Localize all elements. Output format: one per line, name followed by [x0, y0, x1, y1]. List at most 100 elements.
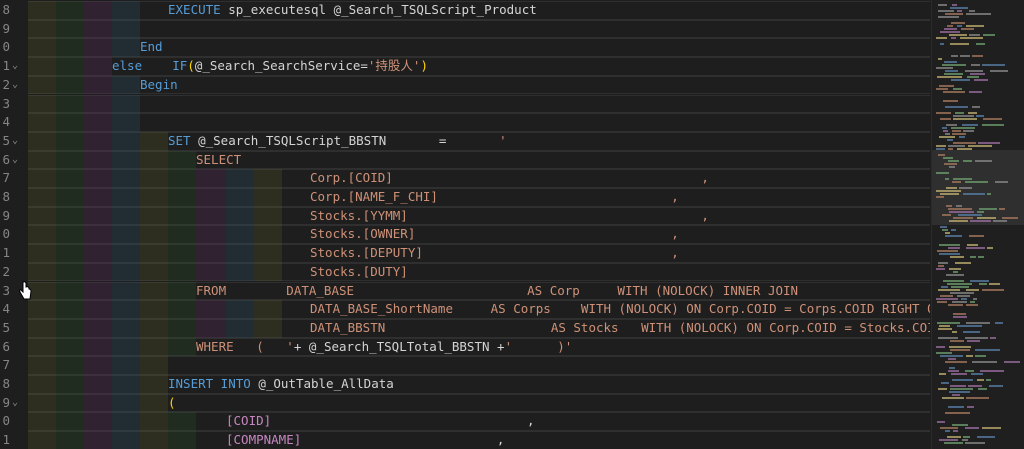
minimap-line — [959, 136, 965, 138]
minimap-line — [939, 373, 946, 375]
minimap-line — [970, 280, 989, 282]
line-number: 6 — [2, 338, 10, 354]
minimap-line — [965, 442, 985, 444]
minimap-line — [965, 370, 974, 372]
minimap-line — [969, 10, 975, 12]
indent-guide — [112, 131, 140, 151]
code-line[interactable]: 4 DATA_BASE_ShortName AS Corps WITH (NOLO… — [0, 300, 930, 319]
code-line[interactable]: 5 ⌄ SET @_Search_TSQLScript_BBSTN = ' — [0, 131, 930, 151]
minimap-line — [976, 43, 985, 45]
code-line[interactable]: 8 INSERT INTO @_OutTable_AllData — [0, 375, 930, 394]
fold-chevron-icon[interactable]: ⌄ — [12, 151, 24, 170]
minimap-line — [951, 373, 967, 375]
code-line[interactable]: 0 [COID] , — [0, 412, 930, 432]
minimap-line — [968, 112, 977, 114]
minimap-line — [953, 217, 973, 219]
minimap-line — [963, 331, 980, 333]
code-line[interactable]: 3 FROM DATA_BASE AS Corp WITH (NOLOCK) IN… — [0, 281, 930, 301]
minimap-line — [942, 64, 966, 66]
minimap-line — [966, 397, 989, 399]
code-line[interactable]: 2 ⌄ Begin — [0, 75, 930, 95]
minimap-line — [942, 397, 964, 399]
minimap-line — [948, 406, 964, 408]
minimap-line — [987, 247, 993, 249]
code-line[interactable]: 0 Stocks.[OWNER] , — [0, 225, 930, 245]
code-line[interactable]: 1 Stocks.[DEPUTY] , — [0, 244, 930, 263]
code-line[interactable]: 6 ⌄ SELECT — [0, 150, 930, 170]
code-line[interactable]: 9 ⌄ ( — [0, 393, 930, 413]
fold-chevron-icon[interactable]: ⌄ — [12, 132, 24, 151]
indent-guide — [168, 188, 196, 207]
code-line[interactable]: 5 DATA_BBSTN AS Stocks WITH (NOLOCK) ON C… — [0, 318, 930, 338]
indent-guide — [112, 337, 140, 357]
minimap-line — [983, 34, 995, 36]
code-line[interactable]: 4 — [0, 113, 930, 132]
minimap-line — [993, 220, 1007, 222]
minimap-line — [956, 205, 962, 207]
fold-chevron-icon[interactable]: ⌄ — [12, 57, 24, 76]
minimap-line — [957, 325, 982, 327]
minimap-line — [936, 352, 952, 354]
code-token: sp_executesql @_Search_TSQLScript_Produc… — [220, 2, 537, 17]
code-editor[interactable]: 8 EXECUTE sp_executesql @_Search_TSQLScri… — [0, 0, 930, 449]
minimap-line — [936, 112, 951, 114]
minimap-line — [939, 253, 960, 255]
minimap-line — [970, 256, 976, 258]
code-token: Stocks.[OWNER] , — [310, 226, 679, 242]
indent-guide — [112, 169, 140, 188]
minimap-line — [961, 28, 974, 30]
fold-chevron-icon[interactable]: ⌄ — [12, 394, 24, 413]
line-number: 9 — [2, 394, 10, 410]
minimap-line — [946, 187, 957, 189]
minimap-line — [967, 244, 978, 246]
code-token: ' )' — [504, 338, 573, 354]
code-line[interactable]: 8 Corp.[NAME_F_CHI] , — [0, 188, 930, 207]
minimap-line — [965, 70, 983, 72]
code-line[interactable]: 7 Corp.[COID] , — [0, 169, 930, 188]
code-line[interactable]: 1 ⌄ else IF(@_Search_SearchService='持股人') — [0, 57, 930, 76]
minimap-line — [972, 106, 980, 108]
minimap-line — [936, 67, 953, 69]
indent-guide — [56, 300, 84, 319]
fold-chevron-icon[interactable]: ⌄ — [12, 76, 24, 95]
minimap-line — [990, 70, 1008, 72]
minimap-line — [963, 193, 985, 195]
code-line[interactable]: 1 [COMPNAME] , — [0, 431, 930, 449]
minimap-line — [969, 235, 984, 237]
code-line[interactable]: 0 End — [0, 38, 930, 58]
minimap-line — [950, 43, 969, 45]
code-token: WHERE ( ' — [196, 338, 294, 354]
minimap-line — [990, 337, 996, 339]
hand-pointer-icon — [19, 281, 32, 300]
code-line[interactable]: 8 EXECUTE sp_executesql @_Search_TSQLScri… — [0, 1, 930, 20]
indent-guide — [56, 356, 84, 375]
code-line[interactable]: 6 WHERE ( '+ @_Search_TSQLTotal_BBSTN +' … — [0, 337, 930, 357]
code-line[interactable]: 3 — [0, 94, 930, 114]
code-token: Stocks.[DEPUTY] , — [310, 245, 679, 261]
code-line[interactable]: 2 Stocks.[DUTY] — [0, 262, 930, 282]
minimap-line — [937, 322, 960, 324]
code-token: ) — [420, 58, 428, 74]
code-line[interactable]: 9 — [0, 19, 930, 39]
minimap-line — [950, 256, 964, 258]
indent-guide — [56, 431, 84, 449]
minimap-line — [953, 178, 972, 180]
indent-guide — [56, 113, 84, 132]
minimap-line — [961, 298, 967, 300]
minimap-line — [948, 208, 972, 210]
minimap-line — [942, 127, 947, 129]
minimap[interactable] — [931, 0, 1024, 449]
line-number: 5 — [2, 319, 10, 335]
minimap-line — [947, 139, 953, 141]
code-line[interactable]: 7 — [0, 356, 930, 375]
minimap-line — [938, 289, 960, 291]
minimap-line — [953, 313, 966, 315]
code-text: Begin — [140, 76, 178, 95]
minimap-line — [982, 64, 1005, 66]
indent-guide — [28, 188, 56, 207]
indent-guide — [168, 281, 196, 301]
indent-guide — [140, 206, 168, 226]
code-token: ' — [499, 132, 507, 148]
code-line[interactable]: 9 Stocks.[YYMM] , — [0, 206, 930, 226]
